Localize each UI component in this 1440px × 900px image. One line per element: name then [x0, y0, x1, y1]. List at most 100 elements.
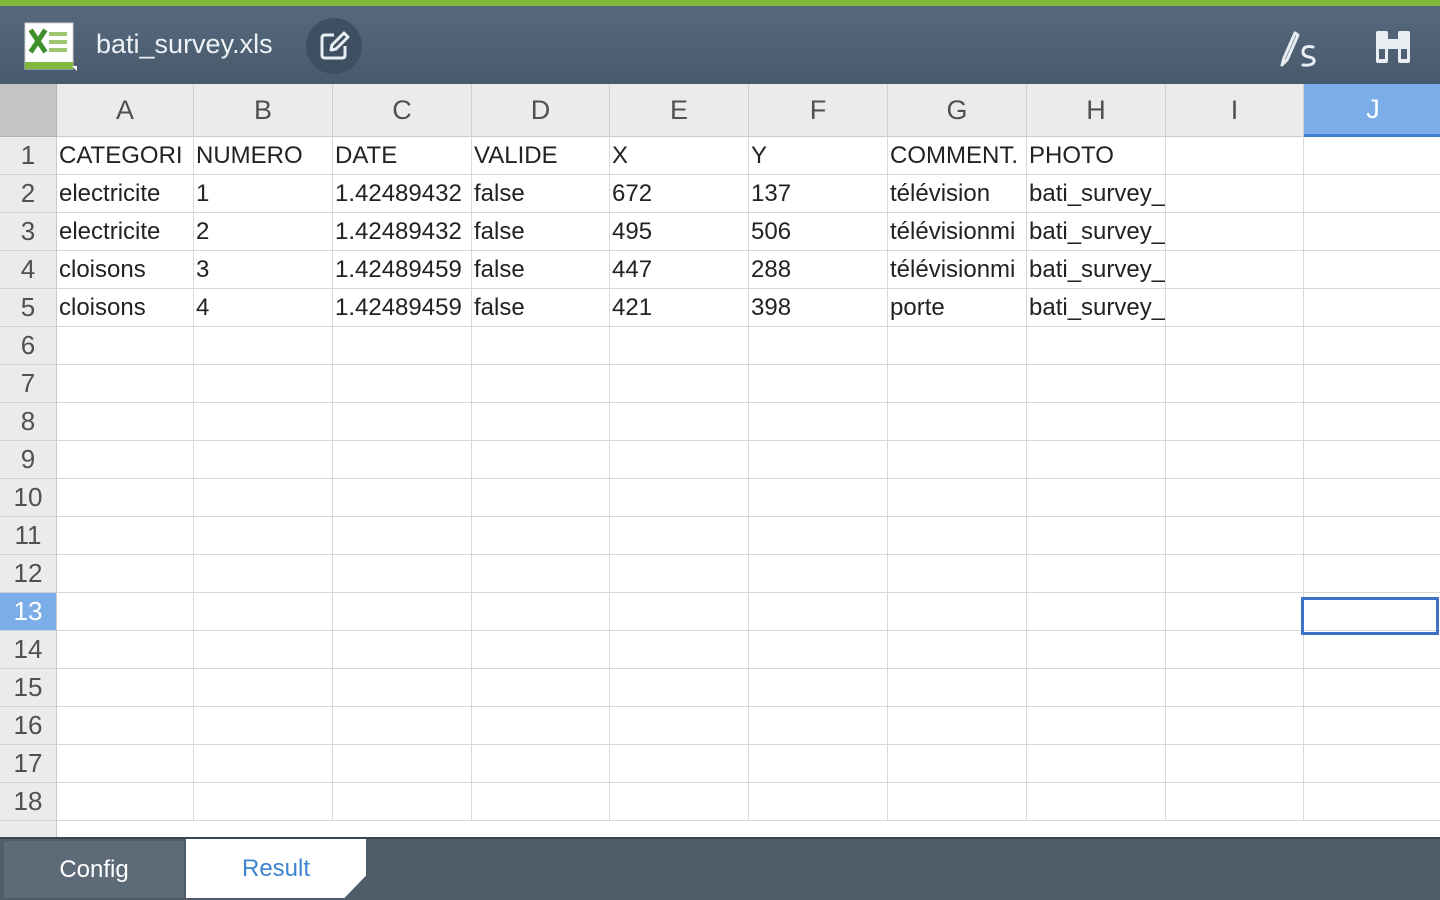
cell-f15[interactable]: [749, 669, 888, 707]
cell-g5[interactable]: porte: [888, 289, 1027, 327]
cell-f14[interactable]: [749, 631, 888, 669]
cell-j8[interactable]: [1304, 403, 1440, 441]
cell-g18[interactable]: [888, 783, 1027, 821]
cell-f12[interactable]: [749, 555, 888, 593]
cell-j10[interactable]: [1304, 479, 1440, 517]
row-header-11[interactable]: 11: [0, 517, 56, 555]
cell-f16[interactable]: [749, 707, 888, 745]
cell-c1[interactable]: DATE: [333, 137, 472, 175]
cell-a16[interactable]: [57, 707, 194, 745]
cell-g14[interactable]: [888, 631, 1027, 669]
row-header-14[interactable]: 14: [0, 631, 56, 669]
cell-h1[interactable]: PHOTO: [1027, 137, 1166, 175]
cell-g11[interactable]: [888, 517, 1027, 555]
cell-h15[interactable]: [1027, 669, 1166, 707]
row-header-10[interactable]: 10: [0, 479, 56, 517]
cell-g16[interactable]: [888, 707, 1027, 745]
cell-h5[interactable]: bati_survey_4.jpg: [1027, 289, 1166, 327]
cell-j7[interactable]: [1304, 365, 1440, 403]
cell-e3[interactable]: 495: [610, 213, 749, 251]
cell-e16[interactable]: [610, 707, 749, 745]
cell-b11[interactable]: [194, 517, 333, 555]
cell-c18[interactable]: [333, 783, 472, 821]
cell-c16[interactable]: [333, 707, 472, 745]
cell-i4[interactable]: [1166, 251, 1304, 289]
cell-g15[interactable]: [888, 669, 1027, 707]
row-header-5[interactable]: 5: [0, 289, 56, 327]
cell-e10[interactable]: [610, 479, 749, 517]
cell-j11[interactable]: [1304, 517, 1440, 555]
cell-d15[interactable]: [472, 669, 610, 707]
cell-c17[interactable]: [333, 745, 472, 783]
cell-e14[interactable]: [610, 631, 749, 669]
cell-i1[interactable]: [1166, 137, 1304, 175]
cell-e18[interactable]: [610, 783, 749, 821]
cell-d7[interactable]: [472, 365, 610, 403]
row-header-4[interactable]: 4: [0, 251, 56, 289]
find-button[interactable]: [1366, 22, 1420, 72]
cell-d5[interactable]: false: [472, 289, 610, 327]
cell-h13[interactable]: [1027, 593, 1166, 631]
cell-i5[interactable]: [1166, 289, 1304, 327]
cell-j2[interactable]: [1304, 175, 1440, 213]
cell-f13[interactable]: [749, 593, 888, 631]
cell-i9[interactable]: [1166, 441, 1304, 479]
cell-a9[interactable]: [57, 441, 194, 479]
cell-a11[interactable]: [57, 517, 194, 555]
cell-h18[interactable]: [1027, 783, 1166, 821]
cell-h16[interactable]: [1027, 707, 1166, 745]
cell-e13[interactable]: [610, 593, 749, 631]
cell-d9[interactable]: [472, 441, 610, 479]
cell-e15[interactable]: [610, 669, 749, 707]
cell-c4[interactable]: 1.42489459: [333, 251, 472, 289]
cell-e17[interactable]: [610, 745, 749, 783]
cell-h8[interactable]: [1027, 403, 1166, 441]
cell-e5[interactable]: 421: [610, 289, 749, 327]
cell-b5[interactable]: 4: [194, 289, 333, 327]
column-header-i[interactable]: I: [1166, 84, 1304, 137]
cell-e8[interactable]: [610, 403, 749, 441]
cell-g17[interactable]: [888, 745, 1027, 783]
cell-f9[interactable]: [749, 441, 888, 479]
cell-e4[interactable]: 447: [610, 251, 749, 289]
row-header-7[interactable]: 7: [0, 365, 56, 403]
edit-button[interactable]: [306, 18, 362, 74]
cell-b12[interactable]: [194, 555, 333, 593]
cell-e9[interactable]: [610, 441, 749, 479]
cell-h12[interactable]: [1027, 555, 1166, 593]
pen-button[interactable]: [1272, 22, 1324, 72]
column-header-c[interactable]: C: [333, 84, 472, 137]
cell-f6[interactable]: [749, 327, 888, 365]
cell-j14[interactable]: [1304, 631, 1440, 669]
sheet-tab-result[interactable]: Result: [186, 839, 366, 898]
cell-i18[interactable]: [1166, 783, 1304, 821]
cell-i12[interactable]: [1166, 555, 1304, 593]
cell-a18[interactable]: [57, 783, 194, 821]
cell-e2[interactable]: 672: [610, 175, 749, 213]
cell-d13[interactable]: [472, 593, 610, 631]
cell-h7[interactable]: [1027, 365, 1166, 403]
row-header-1[interactable]: 1: [0, 137, 56, 175]
cell-b1[interactable]: NUMERO: [194, 137, 333, 175]
cell-g12[interactable]: [888, 555, 1027, 593]
row-header-12[interactable]: 12: [0, 555, 56, 593]
column-header-b[interactable]: B: [194, 84, 333, 137]
cell-j18[interactable]: [1304, 783, 1440, 821]
cell-i6[interactable]: [1166, 327, 1304, 365]
cell-f18[interactable]: [749, 783, 888, 821]
cell-d8[interactable]: [472, 403, 610, 441]
cell-f17[interactable]: [749, 745, 888, 783]
cell-d3[interactable]: false: [472, 213, 610, 251]
cell-g6[interactable]: [888, 327, 1027, 365]
cell-a8[interactable]: [57, 403, 194, 441]
cell-b16[interactable]: [194, 707, 333, 745]
cell-a1[interactable]: CATEGORI: [57, 137, 194, 175]
cell-a17[interactable]: [57, 745, 194, 783]
column-header-d[interactable]: D: [472, 84, 610, 137]
cell-d12[interactable]: [472, 555, 610, 593]
cell-j9[interactable]: [1304, 441, 1440, 479]
cell-h14[interactable]: [1027, 631, 1166, 669]
cell-g7[interactable]: [888, 365, 1027, 403]
cell-h4[interactable]: bati_survey_3.jpg: [1027, 251, 1166, 289]
cell-c8[interactable]: [333, 403, 472, 441]
